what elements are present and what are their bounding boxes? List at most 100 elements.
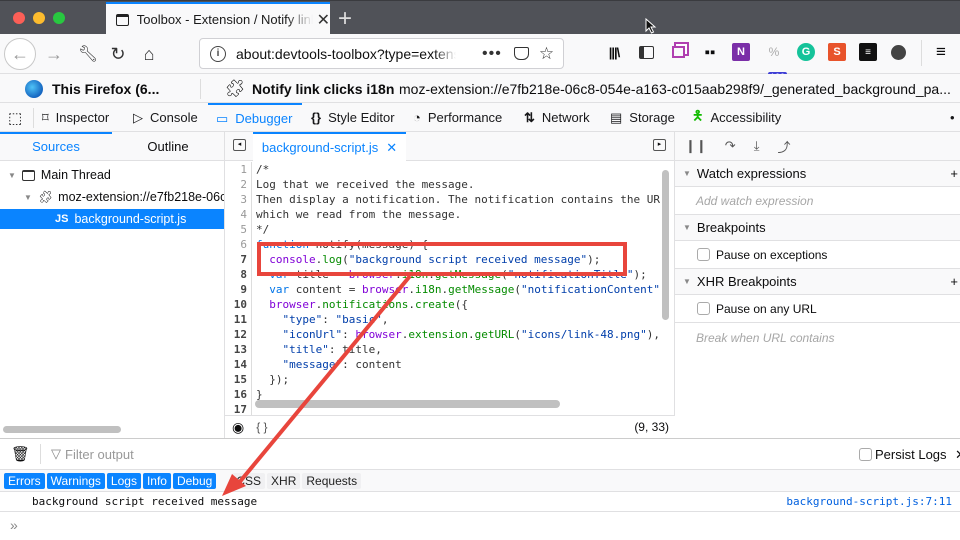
tab-storage[interactable]: ▤ Storage bbox=[610, 103, 675, 132]
line-number[interactable]: 15 bbox=[225, 372, 252, 387]
code-line[interactable]: 13 "title": title, bbox=[225, 342, 665, 357]
slides-icon[interactable]: S bbox=[828, 43, 846, 61]
code-line[interactable]: 7 console.log("background script receive… bbox=[225, 252, 665, 267]
tab-sources[interactable]: Sources bbox=[0, 132, 112, 160]
line-number[interactable]: 7 bbox=[225, 252, 252, 267]
code-line[interactable]: 1 /* bbox=[225, 162, 665, 177]
filter-debug-button[interactable]: Debug bbox=[172, 472, 217, 489]
line-number[interactable]: 2 bbox=[225, 177, 252, 192]
close-tab-icon[interactable]: ✕ bbox=[317, 10, 330, 30]
tab-debugger[interactable]: ▭ Debugger bbox=[208, 103, 302, 132]
pause-exceptions-checkbox[interactable] bbox=[697, 248, 710, 261]
close-file-icon[interactable]: ✕ bbox=[386, 140, 397, 156]
pause-any-url-row[interactable]: Pause on any URL bbox=[675, 295, 960, 323]
line-number[interactable]: 12 bbox=[225, 327, 252, 342]
add-xhr-icon[interactable]: + bbox=[950, 274, 958, 289]
line-number[interactable]: 4 bbox=[225, 207, 252, 222]
line-number[interactable]: 6 bbox=[225, 237, 252, 252]
line-number[interactable]: 13 bbox=[225, 342, 252, 357]
toggle-sources-icon[interactable]: ◂ bbox=[233, 139, 246, 151]
percent-badge-icon[interactable]: % bbox=[765, 43, 783, 61]
pause-button[interactable]: ❙❙ bbox=[685, 138, 707, 154]
editor-file-tab[interactable]: background-script.js ✕ bbox=[253, 132, 406, 161]
new-tab-button[interactable]: + bbox=[338, 5, 352, 33]
code-line[interactable]: 6 function notify(message) { bbox=[225, 237, 665, 252]
line-number[interactable]: 10 bbox=[225, 297, 252, 312]
tab-accessibility[interactable]: 🯅︎ Accessibility bbox=[692, 103, 781, 132]
toggle-side-panel-icon[interactable]: ▸ bbox=[653, 139, 666, 151]
page-actions-icon[interactable]: ••• bbox=[482, 45, 502, 63]
code-line[interactable]: 4 which we read from the message. bbox=[225, 207, 665, 222]
expand-arrow-icon[interactable]: ▼ bbox=[24, 193, 32, 202]
tree-item-extension[interactable]: ▼ 🧩︎ moz-extension://e7fb218e-06c8 bbox=[0, 187, 224, 207]
horizontal-scrollbar[interactable] bbox=[3, 426, 121, 433]
element-picker-button[interactable]: ⬚ bbox=[8, 103, 22, 132]
grammarly-icon[interactable]: G bbox=[797, 43, 815, 61]
eye-icon[interactable]: ◉ bbox=[232, 419, 244, 436]
line-number[interactable]: 11 bbox=[225, 312, 252, 327]
line-number[interactable]: 14 bbox=[225, 357, 252, 372]
code-line[interactable]: 3 Then display a notification. The notifi… bbox=[225, 192, 665, 207]
line-number[interactable]: 5 bbox=[225, 222, 252, 237]
filter-info-button[interactable]: Info bbox=[142, 472, 171, 489]
filter-xhr-button[interactable]: XHR bbox=[267, 472, 301, 489]
xhr-breakpoints-header[interactable]: ▼ XHR Breakpoints + bbox=[675, 269, 960, 295]
expand-arrow-icon[interactable]: ▼ bbox=[8, 171, 16, 180]
close-console-icon[interactable]: ✕ bbox=[955, 447, 960, 463]
close-window-button[interactable] bbox=[13, 12, 25, 24]
bookmark-star-icon[interactable]: ☆ bbox=[539, 44, 554, 64]
account-icon[interactable] bbox=[891, 45, 906, 60]
tab-console[interactable]: ▷ Console bbox=[133, 103, 198, 132]
step-over-button[interactable]: ↷ bbox=[725, 138, 736, 154]
code-line[interactable]: 8 var title = browser.i18n.getMessage("n… bbox=[225, 267, 665, 282]
reload-button[interactable]: ↻ bbox=[106, 40, 130, 68]
step-out-button[interactable]: ⤴ bbox=[777, 137, 790, 156]
line-number[interactable]: 1 bbox=[225, 162, 252, 177]
extensions-grid-icon[interactable]: ▪▪ bbox=[701, 43, 719, 61]
line-number[interactable]: 3 bbox=[225, 192, 252, 207]
url-bar[interactable]: i about:devtools-toolbox?type=extension … bbox=[199, 38, 564, 69]
code-view[interactable]: 1 /* 2 Log that we received the message. 3 Th… bbox=[225, 162, 665, 416]
wrench-icon[interactable]: 🔧︎ bbox=[76, 40, 100, 68]
code-line[interactable]: 12 "iconUrl": browser.extension.getURL("… bbox=[225, 327, 665, 342]
line-number[interactable]: 16 bbox=[225, 387, 252, 402]
browser-tab[interactable]: Toolbox - Extension / Notify link clicks… bbox=[106, 2, 330, 35]
tree-item-background-script[interactable]: JS background-script.js bbox=[0, 209, 224, 229]
code-line[interactable]: 9 var content = browser.i18n.getMessage(… bbox=[225, 282, 665, 297]
step-in-button[interactable]: ⤓ bbox=[754, 138, 760, 154]
tab-performance[interactable]: ◔ Performance bbox=[413, 103, 502, 132]
containers-icon[interactable] bbox=[671, 46, 685, 58]
back-button[interactable]: ← bbox=[4, 38, 36, 70]
filter-input[interactable]: Filter output bbox=[65, 447, 134, 462]
xhr-url-input[interactable]: Break when URL contains bbox=[675, 323, 960, 353]
code-line[interactable]: 11 "type": "basic", bbox=[225, 312, 665, 327]
code-line[interactable]: 15 }); bbox=[225, 372, 665, 387]
runtime-label[interactable]: This Firefox (6... bbox=[52, 81, 159, 97]
code-line[interactable]: 5 */ bbox=[225, 222, 665, 237]
tab-style-editor[interactable]: {} Style Editor bbox=[311, 103, 395, 132]
code-horizontal-scrollbar[interactable] bbox=[255, 400, 560, 408]
pretty-print-icon[interactable]: { } bbox=[256, 420, 267, 434]
code-line[interactable]: 2 Log that we received the message. bbox=[225, 177, 665, 192]
sidebar-icon[interactable] bbox=[638, 45, 654, 59]
filter-errors-button[interactable]: Errors bbox=[4, 472, 45, 489]
line-number[interactable]: 8 bbox=[225, 267, 252, 282]
code-line[interactable]: 14 "message": content bbox=[225, 357, 665, 372]
home-button[interactable]: ⌂ bbox=[137, 40, 161, 68]
tree-item-main-thread[interactable]: ▼ Main Thread bbox=[0, 165, 224, 185]
code-line[interactable]: 10 browser.notifications.create({ bbox=[225, 297, 665, 312]
url-text[interactable]: about:devtools-toolbox?type=extension bbox=[236, 46, 456, 62]
trash-icon[interactable]: 🗑︎ bbox=[11, 445, 30, 463]
tab-outline[interactable]: Outline bbox=[112, 132, 224, 160]
line-number[interactable]: 9 bbox=[225, 282, 252, 297]
overflow-menu-icon[interactable]: • bbox=[950, 103, 955, 132]
forward-button[interactable]: → bbox=[42, 40, 66, 68]
watch-expressions-header[interactable]: ▼ Watch expressions + bbox=[675, 161, 960, 187]
watch-input[interactable]: Add watch expression bbox=[675, 187, 960, 215]
filter-requests-button[interactable]: Requests bbox=[302, 472, 362, 489]
message-source-link[interactable]: background-script.js:7:11 bbox=[786, 495, 952, 508]
info-icon[interactable]: i bbox=[210, 45, 226, 62]
notes-icon[interactable]: ≡ bbox=[859, 43, 877, 61]
minimize-window-button[interactable] bbox=[33, 12, 45, 24]
add-watch-icon[interactable]: + bbox=[950, 166, 958, 181]
